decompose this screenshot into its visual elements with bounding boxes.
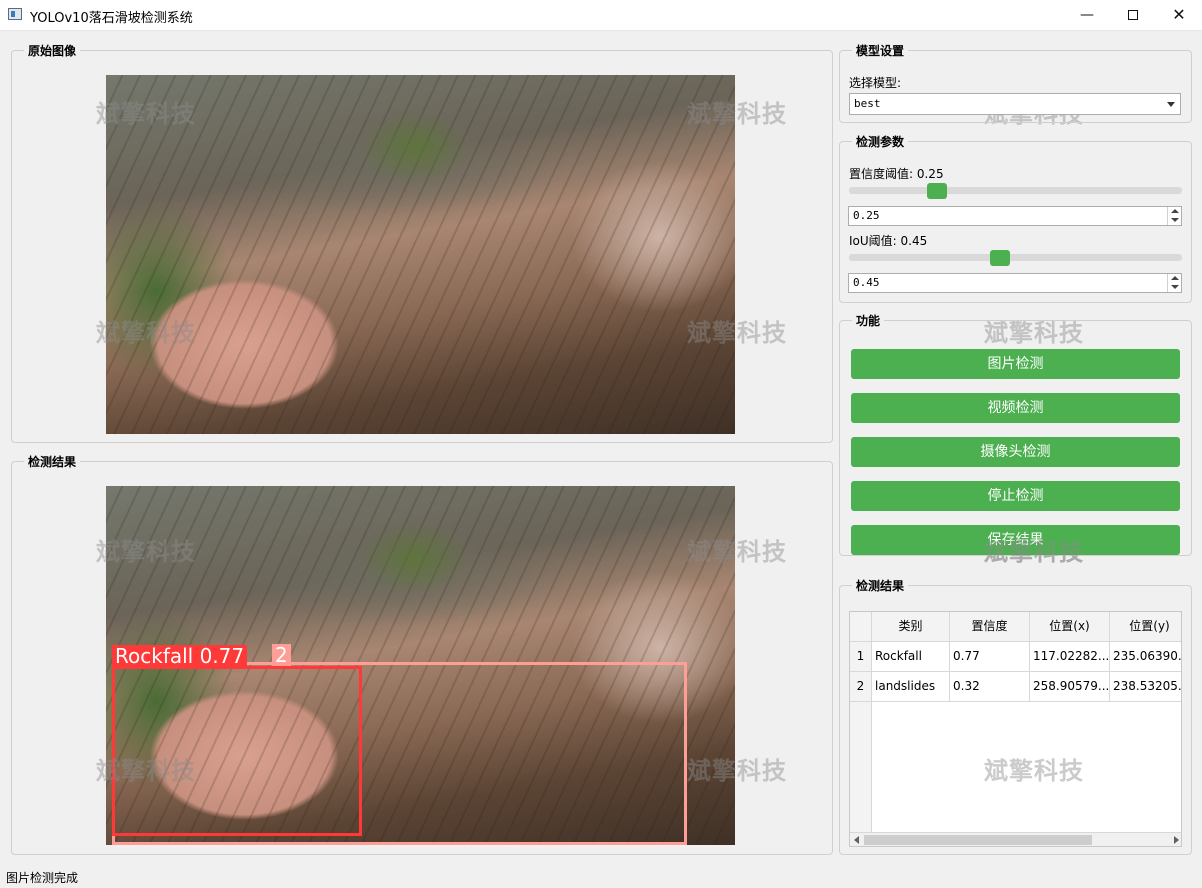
spin-arrows[interactable] bbox=[1167, 274, 1181, 292]
detection-params-title: 检测参数 bbox=[852, 133, 909, 150]
column-header-y[interactable]: 位置(y) bbox=[1110, 612, 1181, 642]
column-header-class[interactable]: 类别 bbox=[872, 612, 950, 642]
confidence-slider-handle[interactable] bbox=[927, 183, 948, 199]
table-cell[interactable]: 0.77 bbox=[950, 642, 1030, 672]
iou-slider-handle[interactable] bbox=[989, 250, 1010, 266]
results-title: 检测结果 bbox=[852, 577, 909, 594]
horizontal-scrollbar[interactable] bbox=[850, 832, 1181, 846]
landslide-box-label: 2 bbox=[272, 644, 291, 666]
table-cell[interactable]: 0.32 bbox=[950, 672, 1030, 702]
iou-input[interactable]: 0.45 bbox=[848, 273, 1182, 293]
rockfall-box bbox=[112, 666, 362, 836]
confidence-label: 置信度阈值: 0.25 bbox=[849, 167, 944, 181]
image-detect-button[interactable]: 图片检测 bbox=[851, 349, 1180, 379]
status-bar-text: 图片检测完成 bbox=[6, 871, 79, 885]
model-select-value: best bbox=[854, 97, 881, 110]
model-select[interactable]: best bbox=[849, 93, 1181, 115]
iou-slider[interactable] bbox=[849, 254, 1182, 261]
confidence-value: 0.25 bbox=[853, 209, 880, 222]
model-select-label: 选择模型: bbox=[849, 76, 902, 90]
video-detect-button[interactable]: 视频检测 bbox=[851, 393, 1180, 423]
confidence-input[interactable]: 0.25 bbox=[848, 206, 1182, 226]
row-header-column bbox=[850, 702, 872, 832]
stop-detect-button[interactable]: 停止检测 bbox=[851, 481, 1180, 511]
grass-patch bbox=[357, 110, 471, 183]
original-image bbox=[106, 75, 735, 434]
horizontal-scroll-thumb[interactable] bbox=[864, 835, 1092, 845]
table-cell[interactable]: 117.02282... bbox=[1030, 642, 1110, 672]
results-table[interactable]: 类别 置信度 位置(x) 位置(y) 1 Rockfall 0.77 117.0… bbox=[849, 611, 1182, 847]
row-header[interactable]: 2 bbox=[850, 672, 872, 702]
maximize-button[interactable] bbox=[1110, 0, 1156, 31]
iou-label: IoU阈值: 0.45 bbox=[849, 234, 928, 248]
window-title: YOLOv10落石滑坡检测系统 bbox=[30, 11, 193, 26]
row-header[interactable]: 1 bbox=[850, 642, 872, 672]
app-icon bbox=[8, 8, 22, 20]
arrow-down-icon bbox=[1171, 218, 1179, 222]
close-button[interactable]: ✕ bbox=[1156, 0, 1202, 31]
confidence-slider[interactable] bbox=[849, 187, 1182, 194]
arrow-down-icon bbox=[1171, 285, 1179, 289]
spin-arrows[interactable] bbox=[1167, 207, 1181, 225]
grass-patch bbox=[357, 521, 471, 594]
column-header-confidence[interactable]: 置信度 bbox=[950, 612, 1030, 642]
model-settings-title: 模型设置 bbox=[852, 42, 909, 59]
maximize-icon bbox=[1128, 10, 1138, 20]
table-cell[interactable]: Rockfall bbox=[872, 642, 950, 672]
column-header-x[interactable]: 位置(x) bbox=[1030, 612, 1110, 642]
arrow-up-icon bbox=[1171, 209, 1179, 213]
chevron-down-icon bbox=[1167, 102, 1175, 107]
functions-title: 功能 bbox=[852, 312, 885, 329]
scroll-left-icon[interactable] bbox=[854, 836, 859, 844]
save-results-button[interactable]: 保存结果 bbox=[851, 525, 1180, 555]
result-image-title: 检测结果 bbox=[24, 453, 81, 470]
arrow-up-icon bbox=[1171, 276, 1179, 280]
camera-detect-button[interactable]: 摄像头检测 bbox=[851, 437, 1180, 467]
table-cell[interactable]: 235.06390... bbox=[1110, 642, 1181, 672]
iou-value: 0.45 bbox=[853, 276, 880, 289]
result-image: 2 Rockfall 0.77 bbox=[106, 486, 735, 845]
original-image-title: 原始图像 bbox=[24, 42, 81, 59]
minimize-button[interactable]: — bbox=[1064, 0, 1110, 31]
table-cell[interactable]: 238.53205... bbox=[1110, 672, 1181, 702]
table-corner bbox=[850, 612, 872, 642]
table-cell[interactable]: landslides bbox=[872, 672, 950, 702]
title-bar: YOLOv10落石滑坡检测系统 — ✕ bbox=[0, 0, 1202, 31]
table-cell[interactable]: 258.90579... bbox=[1030, 672, 1110, 702]
rockfall-box-label: Rockfall 0.77 bbox=[112, 645, 248, 667]
scroll-right-icon[interactable] bbox=[1174, 836, 1179, 844]
